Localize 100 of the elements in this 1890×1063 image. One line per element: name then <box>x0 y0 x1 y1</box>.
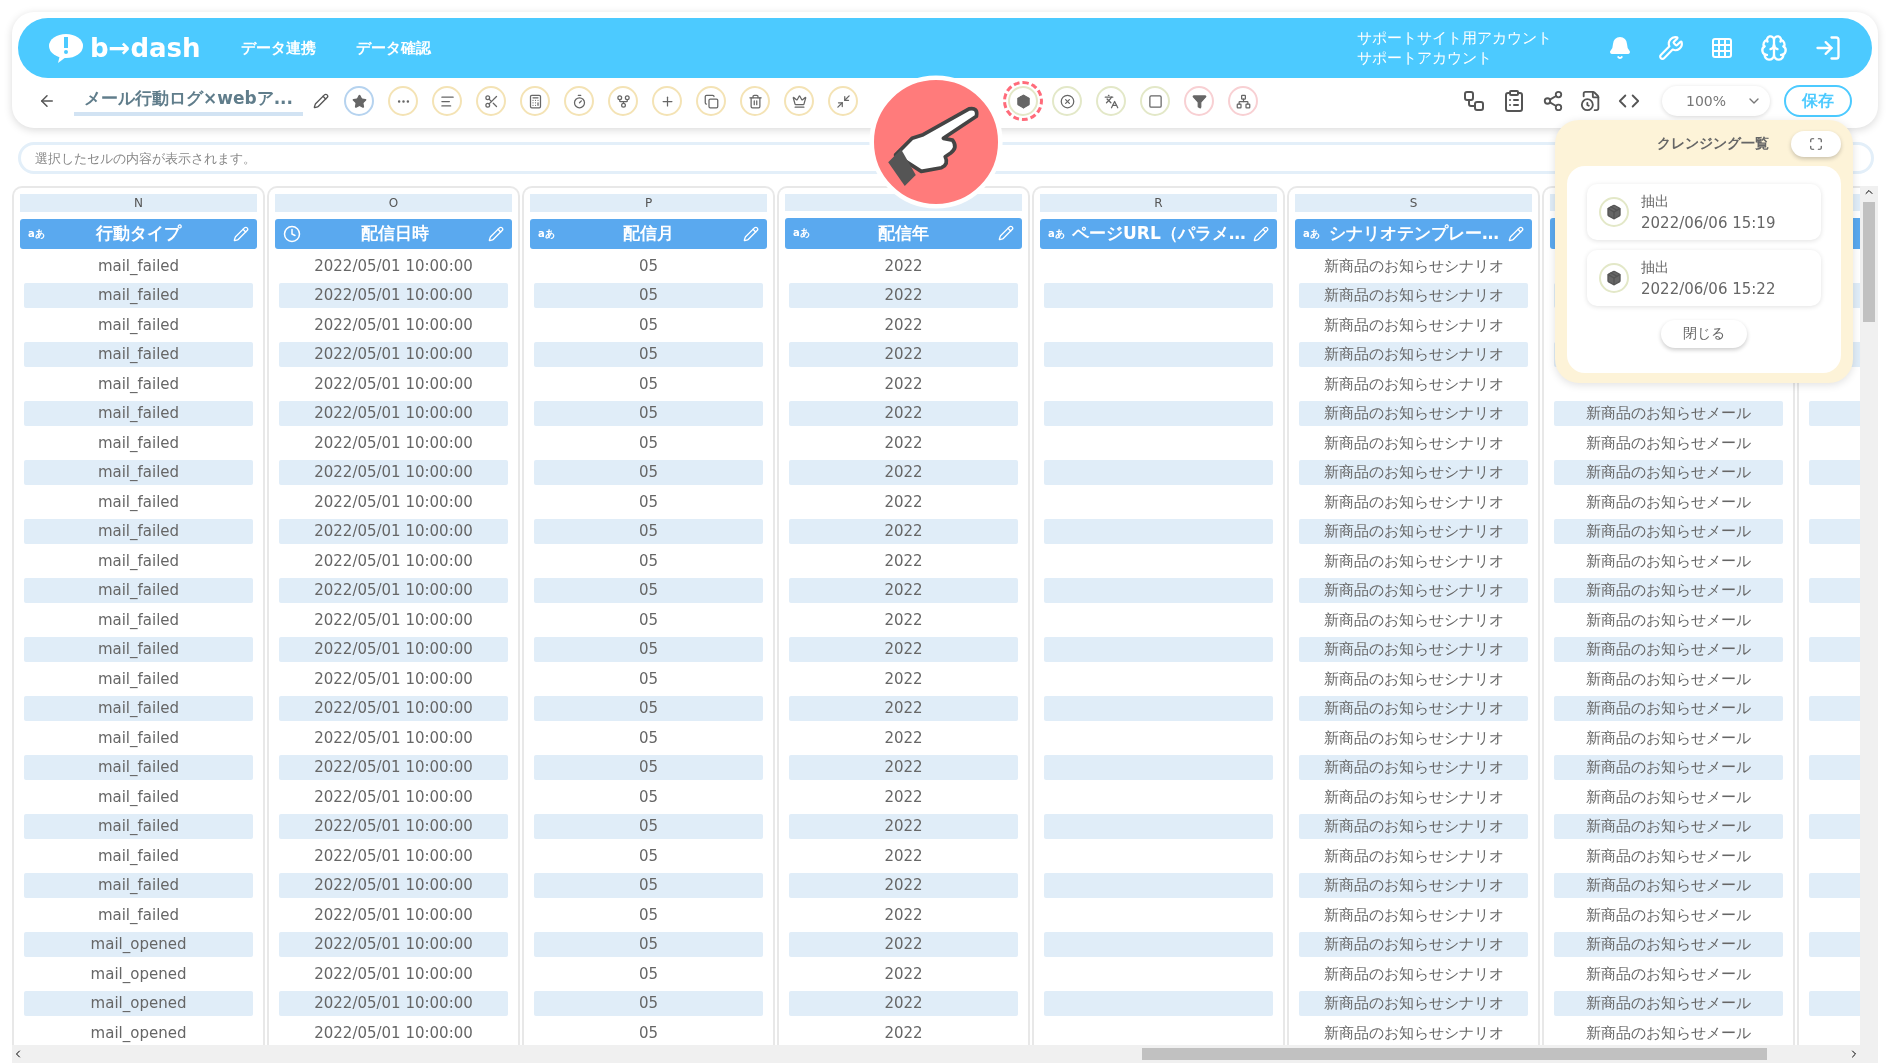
logo[interactable]: b→dash <box>48 33 201 63</box>
table-cell-text: mail_failed <box>96 550 181 572</box>
back-icon[interactable] <box>38 92 56 110</box>
table-cell: 2022 <box>789 814 1018 839</box>
table-cell-text: mail_failed <box>96 255 181 277</box>
nav-link[interactable]: データ連携 <box>240 38 316 58</box>
table-cell: mail_opened <box>24 991 253 1016</box>
table-cell-text: 05 <box>637 845 660 867</box>
table-cell-text: 05 <box>637 255 660 277</box>
table-cell: 2022 <box>789 283 1018 308</box>
table-cell: 新商品のお知らせメール <box>1554 814 1783 839</box>
copy-icon[interactable] <box>696 86 727 116</box>
column-header[interactable]: aあ シナリオテンプレー… <box>1295 219 1532 249</box>
table-cell-text: 新商品のお知らせメール <box>1585 904 1752 926</box>
timer-icon[interactable] <box>564 86 595 116</box>
table-cell-text: 05 <box>637 668 660 690</box>
vertical-scrollbar[interactable] <box>1860 186 1878 1063</box>
pencil-icon[interactable] <box>313 93 330 109</box>
table-cell-text: 2022/05/01 10:00:00 <box>313 373 474 395</box>
table-cell-text: 新商品のお知らせメール <box>1585 727 1752 749</box>
table-cell: 2022 <box>789 460 1018 485</box>
table-cell: 2022 <box>789 637 1018 662</box>
save-button[interactable]: 保存 <box>1784 85 1852 117</box>
table-cell: 新商品のお知らせシナリオ <box>1299 991 1528 1016</box>
zoom-select[interactable]: 100% <box>1662 86 1770 116</box>
trash-icon[interactable] <box>740 86 771 116</box>
item-label: 抽出 <box>1641 192 1670 211</box>
lines-icon[interactable] <box>432 86 463 116</box>
table-cell: 新商品のお知らせシナリオ <box>1299 755 1528 780</box>
type-label: aあ <box>28 226 45 241</box>
table-cell: 05 <box>534 342 763 367</box>
column-header[interactable]: aあ ページURL（パラメ… <box>1040 219 1277 249</box>
cleansing-item[interactable]: 抽出 2022/06/06 15:19 <box>1587 184 1821 240</box>
table-cell-text: 新商品のお知らせメール <box>1585 491 1752 513</box>
table-cell-text: mail_failed <box>96 845 181 867</box>
dataset-title[interactable]: メール行動ログ×webア... <box>74 86 304 116</box>
table-cell: 2022/05/01 10:00:00 <box>279 637 508 662</box>
column-header[interactable]: aあ 行動タイプ <box>20 219 257 249</box>
nav-link[interactable]: データ確認 <box>355 38 431 58</box>
table-cell: 新商品のお知らせシナリオ <box>1299 578 1528 603</box>
table-cell-text: 新商品のお知らせシナリオ <box>1322 727 1505 749</box>
table-cell-text: mail_failed <box>96 609 181 631</box>
column-letter: S <box>1295 194 1532 212</box>
column-header[interactable]: aあ 配信月 <box>530 219 767 249</box>
network-icon[interactable] <box>1228 86 1259 116</box>
table-cell-text: 新商品のお知らせメール <box>1585 668 1752 690</box>
table-cell-text: 2022 <box>883 727 924 749</box>
horizontal-scrollbar[interactable] <box>12 1045 1860 1063</box>
column-letter: R <box>1040 194 1277 212</box>
filter-icon[interactable] <box>1184 86 1215 116</box>
table-cell-text: 新商品のお知らせシナリオ <box>1322 904 1505 926</box>
table-cell-text: 2022/05/01 10:00:00 <box>313 255 474 277</box>
panel-title: クレンジング一覧 <box>1657 135 1769 153</box>
table-cell-text: 2022/05/01 10:00:00 <box>313 491 474 513</box>
table-cell: 2022/05/01 10:00:00 <box>279 755 508 780</box>
account-name: サポートサイト用アカウント サポートアカウント <box>1357 28 1552 68</box>
table-cell-text: 2022/05/01 10:00:00 <box>313 786 474 808</box>
column-header[interactable]: aあ 配信年 <box>785 217 1022 249</box>
table-cell-text: 2022/05/01 10:00:00 <box>313 609 474 631</box>
table-cell-text: mail_failed <box>96 727 181 749</box>
table-cell: 2022/05/01 10:00:00 <box>279 814 508 839</box>
clipboard-icon[interactable] <box>1502 89 1526 113</box>
table-cell-text: mail_failed <box>96 373 181 395</box>
letters-icon[interactable] <box>1096 86 1127 116</box>
table-cell: 新商品のお知らせメール <box>1554 873 1783 898</box>
item-time: 2022/06/06 15:22 <box>1641 279 1776 298</box>
table-cell-text: 05 <box>637 727 660 749</box>
crown-icon[interactable] <box>784 86 815 116</box>
file-clock-icon[interactable] <box>1580 90 1602 112</box>
table-cell-text: 2022/05/01 10:00:00 <box>313 963 474 985</box>
table-cell: 05 <box>534 637 763 662</box>
scissors-icon[interactable] <box>476 86 507 116</box>
fork-icon[interactable] <box>608 86 639 116</box>
table-cell: 2022 <box>789 578 1018 603</box>
table-cell-text: 新商品のお知らせシナリオ <box>1322 963 1505 985</box>
cleansing-item[interactable]: 抽出 2022/06/06 15:22 <box>1587 250 1821 306</box>
share-icon[interactable] <box>1542 90 1564 112</box>
scrollbar-thumb[interactable] <box>1863 202 1875 322</box>
table-cell: 新商品のお知らせシナリオ <box>1299 401 1528 426</box>
table-cell-text: mail_failed <box>96 668 181 690</box>
table-cell-text: 2022/05/01 10:00:00 <box>313 668 474 690</box>
x-circle-icon[interactable] <box>1052 86 1083 116</box>
table-cell: mail_failed <box>24 401 253 426</box>
table-cell: 2022 <box>789 932 1018 957</box>
column-header[interactable]: 配信日時 <box>275 219 512 249</box>
scrollbar-thumb[interactable] <box>1142 1048 1767 1060</box>
table-cell-text: mail_failed <box>96 786 181 808</box>
table-cell: mail_failed <box>24 519 253 544</box>
expand-button[interactable] <box>1791 131 1841 157</box>
table-cell: 2022 <box>789 755 1018 780</box>
close-button[interactable]: 閉じる <box>1661 320 1747 348</box>
table-cell: 新商品のお知らせシナリオ <box>1299 932 1528 957</box>
workflow-icon[interactable] <box>1462 89 1486 113</box>
table-cell: mail_failed <box>24 460 253 485</box>
table-cell: 05 <box>534 696 763 721</box>
table-cell: 新商品のお知らせシナリオ <box>1299 696 1528 721</box>
calculator-icon[interactable] <box>520 86 551 116</box>
shrink-icon[interactable] <box>828 86 859 116</box>
table-cell-text: 2022/05/01 10:00:00 <box>313 727 474 749</box>
table-cell-text: 新商品のお知らせシナリオ <box>1322 786 1505 808</box>
